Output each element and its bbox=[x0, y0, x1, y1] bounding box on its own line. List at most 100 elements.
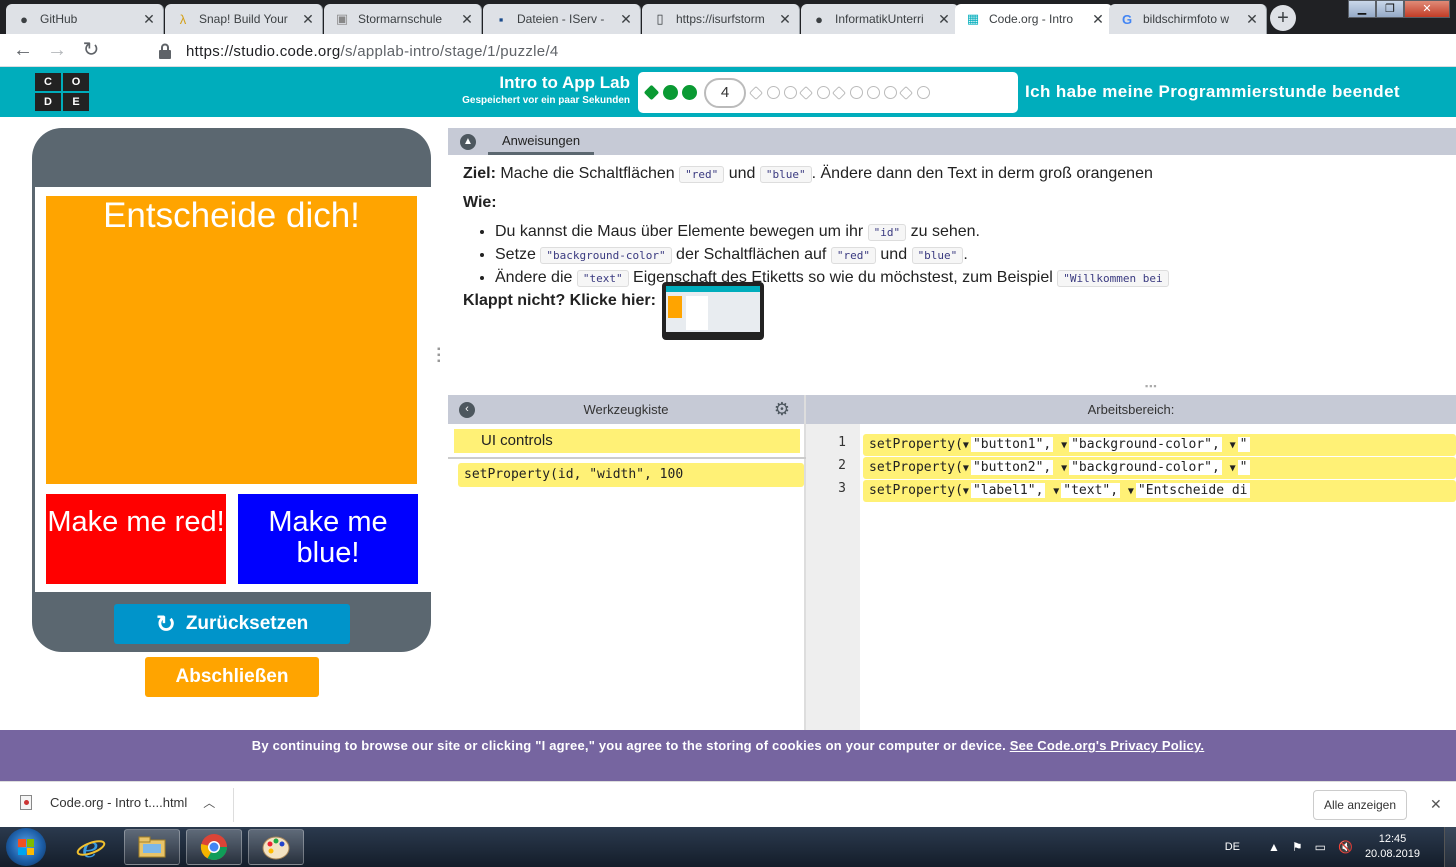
block-argument[interactable]: "button2", bbox=[970, 460, 1054, 475]
dropdown-arrow-icon[interactable]: ▼ bbox=[963, 486, 969, 497]
level-dot-completed[interactable] bbox=[663, 85, 678, 100]
browser-tab[interactable]: ▣ Stormarnschule ✕ bbox=[324, 4, 482, 34]
paint-icon[interactable] bbox=[248, 829, 304, 865]
close-tab-icon[interactable]: ✕ bbox=[300, 11, 316, 27]
start-button[interactable] bbox=[6, 828, 46, 866]
goal-line: Ziel: Mache die Schaltflächen "red" und … bbox=[463, 165, 1456, 183]
level-progress-bar: 4 bbox=[638, 72, 1018, 113]
lesson-title: Intro to App Lab bbox=[499, 73, 630, 92]
hide-toolbox-icon[interactable]: ‹ bbox=[459, 402, 475, 418]
input-language-indicator[interactable]: DE bbox=[1225, 841, 1240, 853]
block-argument[interactable]: "background-color", bbox=[1069, 460, 1222, 475]
toolbox-category-ui-controls[interactable]: UI controls bbox=[454, 429, 800, 453]
level-dot[interactable] bbox=[884, 86, 897, 99]
browser-tab-active[interactable]: ▦ Code.org - Intro ✕ bbox=[955, 4, 1113, 34]
dropdown-arrow-icon[interactable]: ▼ bbox=[1061, 440, 1067, 451]
dropdown-arrow-icon[interactable]: ▼ bbox=[1061, 463, 1067, 474]
finish-button[interactable]: Abschließen bbox=[145, 657, 319, 697]
level-dot[interactable] bbox=[817, 86, 830, 99]
horizontal-resize-handle[interactable]: ▪▪▪ bbox=[1145, 382, 1169, 391]
level-dot[interactable] bbox=[784, 86, 797, 99]
level-dot[interactable] bbox=[798, 85, 814, 100]
close-tab-icon[interactable]: ✕ bbox=[459, 11, 475, 27]
address-bar[interactable]: https://studio.code.org/s/applab-intro/s… bbox=[146, 38, 1456, 64]
close-icon[interactable]: ✕ bbox=[1430, 796, 1442, 813]
url-text: https://studio.code.org/s/applab-intro/s… bbox=[186, 42, 559, 60]
level-dot[interactable] bbox=[917, 86, 930, 99]
close-window-button[interactable]: ✕ bbox=[1404, 0, 1450, 18]
download-item[interactable]: Code.org - Intro t....html ︿ bbox=[20, 794, 215, 811]
browser-tab[interactable]: ▯ https://isurfstorm ✕ bbox=[642, 4, 800, 34]
dropdown-arrow-icon[interactable]: ▼ bbox=[963, 463, 969, 474]
block-argument[interactable]: "label1", bbox=[970, 483, 1046, 498]
code-block[interactable]: setProperty(▼ "button1", ▼ "background-col… bbox=[863, 434, 1456, 456]
maximize-button[interactable]: ❐ bbox=[1376, 0, 1404, 18]
block-argument[interactable]: "button1", bbox=[970, 437, 1054, 452]
file-explorer-icon[interactable] bbox=[124, 829, 180, 865]
reload-icon[interactable]: ↻ bbox=[80, 39, 102, 61]
level-dot[interactable] bbox=[831, 85, 847, 100]
dropdown-arrow-icon[interactable]: ▼ bbox=[1230, 440, 1236, 451]
forward-icon[interactable]: → bbox=[46, 39, 68, 61]
level-dot[interactable] bbox=[850, 86, 863, 99]
browser-tab[interactable]: λ Snap! Build Your ✕ bbox=[165, 4, 323, 34]
internet-explorer-icon[interactable]: e bbox=[63, 829, 119, 865]
browser-tab[interactable]: G bildschirmfoto w ✕ bbox=[1109, 4, 1267, 34]
level-dot[interactable] bbox=[767, 86, 780, 99]
close-tab-icon[interactable]: ✕ bbox=[1244, 11, 1260, 27]
volume-muted-icon[interactable]: 🔇 bbox=[1338, 840, 1353, 854]
chevron-up-icon[interactable]: ︿ bbox=[203, 794, 215, 811]
close-tab-icon[interactable]: ✕ bbox=[141, 11, 157, 27]
level-dot-completed[interactable] bbox=[682, 85, 697, 100]
browser-tab[interactable]: ● InformatikUnterri ✕ bbox=[801, 4, 959, 34]
dropdown-arrow-icon[interactable]: ▼ bbox=[1053, 486, 1059, 497]
collapse-icon[interactable]: ▲ bbox=[460, 134, 476, 150]
level-dot-completed[interactable] bbox=[643, 84, 660, 101]
close-tab-icon[interactable]: ✕ bbox=[777, 11, 793, 27]
tab-instructions[interactable]: Anweisungen bbox=[488, 128, 595, 155]
reset-button[interactable]: ↻ Zurücksetzen bbox=[114, 604, 350, 644]
privacy-policy-link[interactable]: See Code.org's Privacy Policy. bbox=[1010, 738, 1205, 753]
level-dot[interactable] bbox=[898, 85, 914, 100]
close-tab-icon[interactable]: ✕ bbox=[618, 11, 634, 27]
level-dot[interactable] bbox=[748, 85, 764, 100]
new-tab-button[interactable]: + bbox=[1270, 5, 1296, 31]
block-argument[interactable]: "Entscheide di bbox=[1135, 483, 1250, 498]
codeorg-logo[interactable]: C O D E bbox=[35, 73, 89, 111]
show-desktop-button[interactable] bbox=[1444, 827, 1456, 867]
app-button1[interactable]: Make me red! bbox=[46, 494, 226, 584]
gear-icon[interactable]: ⚙ bbox=[774, 399, 790, 419]
page-icon: ▯ bbox=[656, 11, 664, 26]
level-dot[interactable] bbox=[867, 86, 880, 99]
action-center-flag-icon[interactable]: ⚑ bbox=[1292, 840, 1303, 854]
html-file-icon bbox=[20, 795, 32, 810]
finished-link[interactable]: Ich habe meine Programmierstunde beendet bbox=[1025, 82, 1400, 102]
minimize-button[interactable]: ▁ bbox=[1348, 0, 1376, 18]
code-block[interactable]: setProperty(▼ "button2", ▼ "background-col… bbox=[863, 457, 1456, 479]
browser-tab[interactable]: ● GitHub ✕ bbox=[6, 4, 164, 34]
toolbox-block-setproperty[interactable]: setProperty(id, "width", 100 bbox=[458, 463, 804, 487]
close-tab-icon[interactable]: ✕ bbox=[936, 11, 952, 27]
vertical-resize-handle[interactable]: ▪ ▪ ▪ bbox=[437, 345, 443, 367]
help-row: Klappt nicht? Klicke hier: bbox=[463, 282, 1456, 340]
close-tab-icon[interactable]: ✕ bbox=[1090, 11, 1106, 27]
dropdown-arrow-icon[interactable]: ▼ bbox=[1230, 463, 1236, 474]
block-argument[interactable]: " bbox=[1237, 437, 1250, 452]
network-icon[interactable]: ▭ bbox=[1315, 840, 1326, 854]
dropdown-arrow-icon[interactable]: ▼ bbox=[963, 440, 969, 451]
block-argument[interactable]: "text", bbox=[1061, 483, 1121, 498]
back-icon[interactable]: ← bbox=[12, 39, 34, 61]
block-argument[interactable]: " bbox=[1237, 460, 1250, 475]
code-block[interactable]: setProperty(▼ "label1", ▼ "text", ▼ "Entsch… bbox=[863, 480, 1456, 502]
reset-label: Zurücksetzen bbox=[185, 613, 309, 634]
browser-tab[interactable]: ▪ Dateien - IServ - ✕ bbox=[483, 4, 641, 34]
clock[interactable]: 12:45 20.08.2019 bbox=[1365, 832, 1420, 862]
dropdown-arrow-icon[interactable]: ▼ bbox=[1128, 486, 1134, 497]
chrome-icon[interactable] bbox=[186, 829, 242, 865]
app-button2[interactable]: Make me blue! bbox=[238, 494, 418, 584]
block-argument[interactable]: "background-color", bbox=[1069, 437, 1222, 452]
help-video-thumbnail[interactable] bbox=[661, 282, 764, 340]
current-level-bubble[interactable]: 4 bbox=[704, 77, 746, 108]
show-all-downloads-button[interactable]: Alle anzeigen bbox=[1313, 790, 1407, 820]
show-hidden-icons-icon[interactable]: ▲ bbox=[1268, 840, 1280, 854]
